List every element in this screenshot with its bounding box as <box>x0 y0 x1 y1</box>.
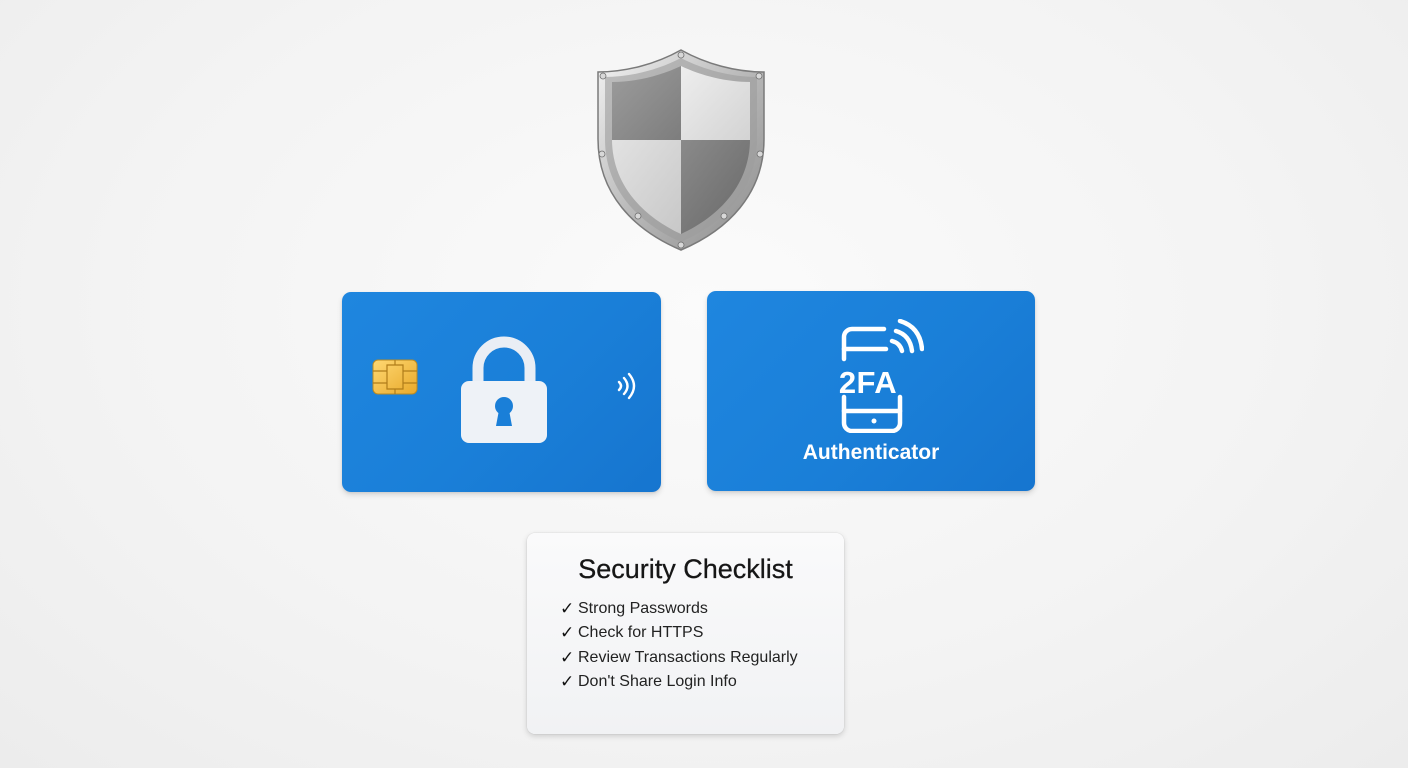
security-card-2fa: 2FA Authenticator <box>707 291 1035 491</box>
checklist-title: Security Checklist <box>578 554 793 584</box>
contactless-icon <box>614 371 642 401</box>
checklist-item-label: Don't Share Login Info <box>578 673 737 691</box>
padlock-icon <box>458 334 550 446</box>
checklist-item: ✓ Review Transactions Regularly <box>560 646 798 670</box>
checklist-items: ✓ Strong Passwords ✓ Check for HTTPS ✓ R… <box>560 597 798 694</box>
checklist-item: ✓ Strong Passwords <box>560 597 798 621</box>
chip-icon <box>372 359 418 395</box>
checklist-item-label: Review Transactions Regularly <box>578 648 798 666</box>
security-card-lock <box>342 292 661 492</box>
security-checklist-card: Security Checklist ✓ Strong Passwords ✓ … <box>527 533 844 734</box>
shield-icon <box>590 44 772 254</box>
2fa-label: 2FA <box>838 365 898 400</box>
checklist-item: ✓ Check for HTTPS <box>560 621 798 645</box>
authenticator-label: Authenticator <box>802 441 940 464</box>
check-icon: ✓ <box>560 647 575 668</box>
checklist-item-label: Check for HTTPS <box>578 624 704 642</box>
check-icon: ✓ <box>560 672 575 693</box>
checklist-item-label: Strong Passwords <box>578 600 708 618</box>
check-icon: ✓ <box>560 623 575 644</box>
check-icon: ✓ <box>560 599 575 620</box>
checklist-item: ✓ Don't Share Login Info <box>560 670 798 694</box>
